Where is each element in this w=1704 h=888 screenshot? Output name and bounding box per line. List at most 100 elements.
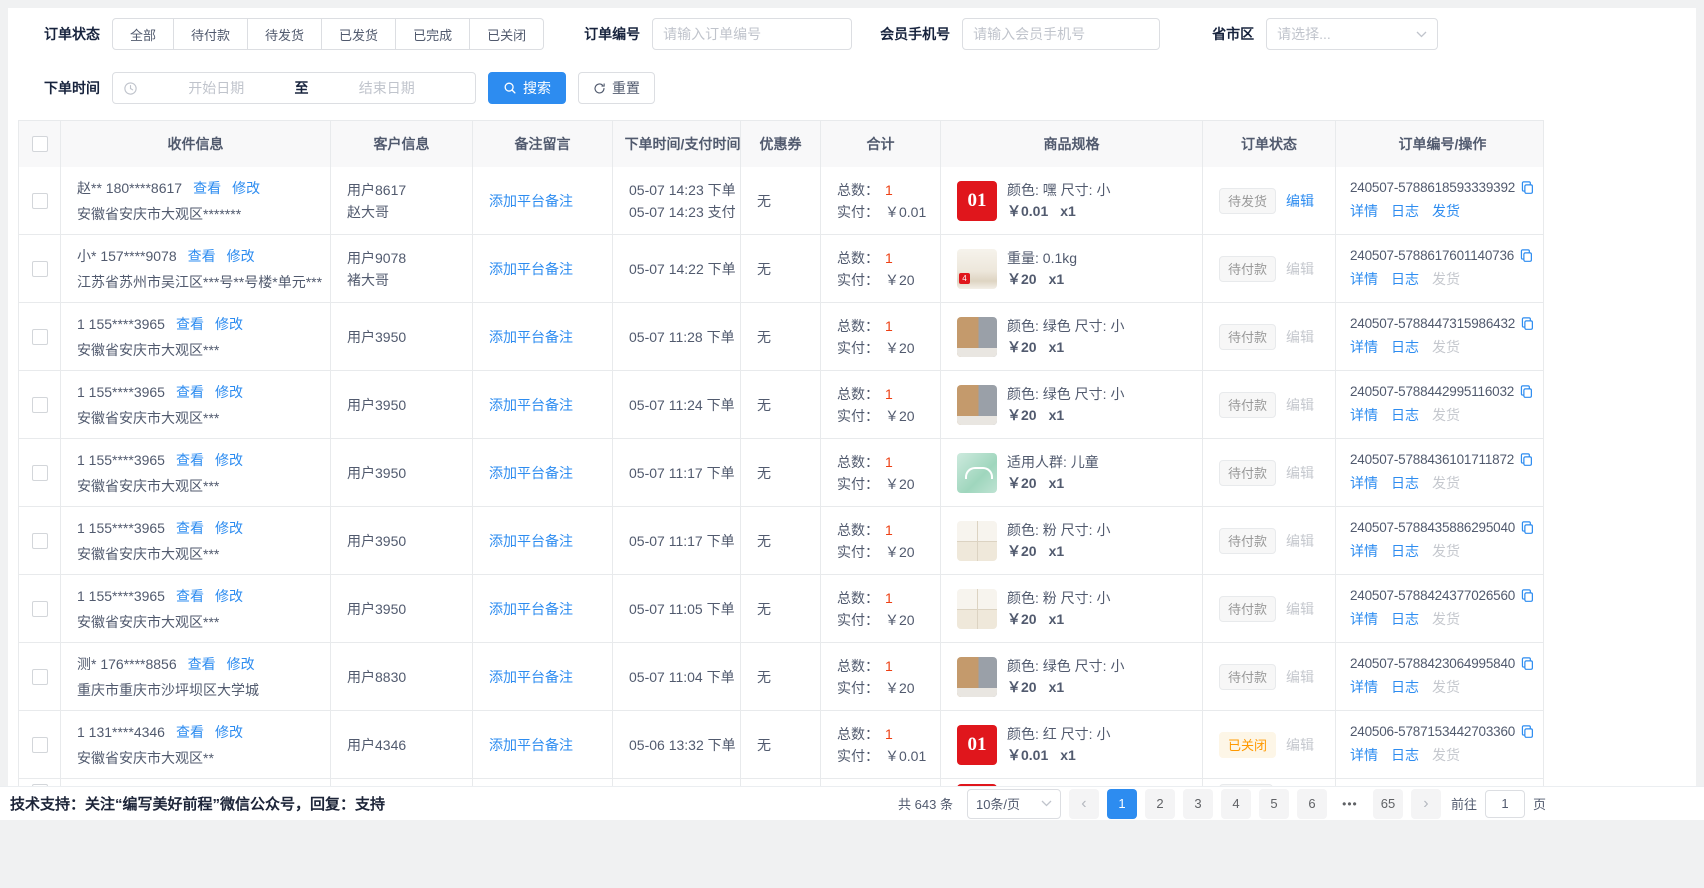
detail-link[interactable]: 详情 [1350, 745, 1378, 765]
view-link[interactable]: 查看 [176, 517, 204, 539]
detail-link[interactable]: 详情 [1350, 405, 1378, 425]
row-checkbox[interactable] [32, 669, 48, 685]
edit-link[interactable]: 编辑 [1286, 735, 1314, 755]
log-link[interactable]: 日志 [1391, 405, 1419, 425]
row-checkbox[interactable] [32, 193, 48, 209]
row-checkbox[interactable] [32, 465, 48, 481]
pager-ellipsis[interactable]: ••• [1335, 797, 1365, 811]
copy-icon[interactable] [1519, 248, 1534, 263]
ship-link[interactable]: 发货 [1432, 609, 1460, 629]
view-link[interactable]: 查看 [176, 449, 204, 471]
detail-link[interactable]: 详情 [1350, 677, 1378, 697]
edit-link[interactable]: 编辑 [1286, 259, 1314, 279]
edit-link[interactable]: 编辑 [1286, 191, 1314, 211]
view-link[interactable]: 查看 [176, 381, 204, 403]
add-remark-link[interactable]: 添加平台备注 [489, 395, 596, 415]
view-link[interactable]: 查看 [176, 585, 204, 607]
row-checkbox[interactable] [32, 737, 48, 753]
add-remark-link[interactable]: 添加平台备注 [489, 463, 596, 483]
add-remark-link[interactable]: 添加平台备注 [489, 599, 596, 619]
date-range-picker[interactable]: 开始日期 至 结束日期 [112, 72, 476, 104]
status-filter-shipped[interactable]: 已发货 [322, 18, 396, 50]
row-checkbox[interactable] [32, 397, 48, 413]
copy-icon[interactable] [1520, 316, 1535, 331]
add-remark-link[interactable]: 添加平台备注 [489, 667, 596, 687]
ship-link[interactable]: 发货 [1432, 269, 1460, 289]
log-link[interactable]: 日志 [1391, 609, 1419, 629]
copy-icon[interactable] [1519, 384, 1534, 399]
modify-link[interactable]: 修改 [227, 653, 255, 675]
page-button-3[interactable]: 3 [1183, 789, 1213, 819]
copy-icon[interactable] [1520, 520, 1535, 535]
ship-link[interactable]: 发货 [1432, 201, 1460, 221]
view-link[interactable]: 查看 [176, 721, 204, 743]
view-link[interactable]: 查看 [193, 177, 221, 199]
add-remark-link[interactable]: 添加平台备注 [489, 259, 596, 279]
page-button-last[interactable]: 65 [1373, 789, 1403, 819]
row-checkbox[interactable] [32, 533, 48, 549]
prev-page-button[interactable]: ‹ [1069, 789, 1099, 819]
copy-icon[interactable] [1520, 588, 1535, 603]
page-button-5[interactable]: 5 [1259, 789, 1289, 819]
log-link[interactable]: 日志 [1391, 745, 1419, 765]
view-link[interactable]: 查看 [176, 313, 204, 335]
modify-link[interactable]: 修改 [232, 177, 260, 199]
page-button-6[interactable]: 6 [1297, 789, 1327, 819]
edit-link[interactable]: 编辑 [1286, 327, 1314, 347]
ship-link[interactable]: 发货 [1432, 745, 1460, 765]
ship-link[interactable]: 发货 [1432, 677, 1460, 697]
copy-icon[interactable] [1520, 724, 1535, 739]
add-remark-link[interactable]: 添加平台备注 [489, 327, 596, 347]
add-remark-link[interactable]: 添加平台备注 [489, 531, 596, 551]
status-filter-pending-pay[interactable]: 待付款 [174, 18, 248, 50]
modify-link[interactable]: 修改 [215, 313, 243, 335]
status-filter-all[interactable]: 全部 [112, 18, 174, 50]
status-filter-pending-ship[interactable]: 待发货 [248, 18, 322, 50]
modify-link[interactable]: 修改 [215, 381, 243, 403]
detail-link[interactable]: 详情 [1350, 201, 1378, 221]
reset-button[interactable]: 重置 [578, 72, 655, 104]
detail-link[interactable]: 详情 [1350, 609, 1378, 629]
log-link[interactable]: 日志 [1391, 337, 1419, 357]
next-page-button[interactable]: › [1411, 789, 1441, 819]
log-link[interactable]: 日志 [1391, 269, 1419, 289]
view-link[interactable]: 查看 [188, 653, 216, 675]
start-date-placeholder[interactable]: 开始日期 [138, 78, 295, 98]
log-link[interactable]: 日志 [1391, 677, 1419, 697]
edit-link[interactable]: 编辑 [1286, 599, 1314, 619]
end-date-placeholder[interactable]: 结束日期 [309, 78, 466, 98]
page-size-select[interactable]: 10条/页 [967, 789, 1061, 819]
modify-link[interactable]: 修改 [227, 245, 255, 267]
copy-icon[interactable] [1520, 656, 1535, 671]
add-remark-link[interactable]: 添加平台备注 [489, 191, 596, 211]
page-button-1[interactable]: 1 [1107, 789, 1137, 819]
ship-link[interactable]: 发货 [1432, 473, 1460, 493]
select-all-checkbox[interactable] [32, 136, 48, 152]
edit-link[interactable]: 编辑 [1286, 531, 1314, 551]
status-filter-closed[interactable]: 已关闭 [470, 18, 544, 50]
copy-icon[interactable] [1520, 180, 1535, 195]
row-checkbox[interactable] [32, 601, 48, 617]
edit-link[interactable]: 编辑 [1286, 667, 1314, 687]
phone-input[interactable] [962, 18, 1160, 50]
detail-link[interactable]: 详情 [1350, 541, 1378, 561]
page-button-4[interactable]: 4 [1221, 789, 1251, 819]
search-button[interactable]: 搜索 [488, 72, 566, 104]
copy-icon[interactable] [1519, 452, 1534, 467]
page-button-2[interactable]: 2 [1145, 789, 1175, 819]
log-link[interactable]: 日志 [1391, 201, 1419, 221]
add-remark-link[interactable]: 添加平台备注 [489, 735, 596, 755]
detail-link[interactable]: 详情 [1350, 269, 1378, 289]
log-link[interactable]: 日志 [1391, 473, 1419, 493]
row-checkbox[interactable] [32, 329, 48, 345]
modify-link[interactable]: 修改 [215, 517, 243, 539]
ship-link[interactable]: 发货 [1432, 405, 1460, 425]
region-select[interactable]: 请选择... [1266, 18, 1438, 50]
edit-link[interactable]: 编辑 [1286, 395, 1314, 415]
ship-link[interactable]: 发货 [1432, 541, 1460, 561]
detail-link[interactable]: 详情 [1350, 473, 1378, 493]
modify-link[interactable]: 修改 [215, 449, 243, 471]
modify-link[interactable]: 修改 [215, 585, 243, 607]
goto-page-input[interactable] [1485, 790, 1525, 818]
view-link[interactable]: 查看 [188, 245, 216, 267]
